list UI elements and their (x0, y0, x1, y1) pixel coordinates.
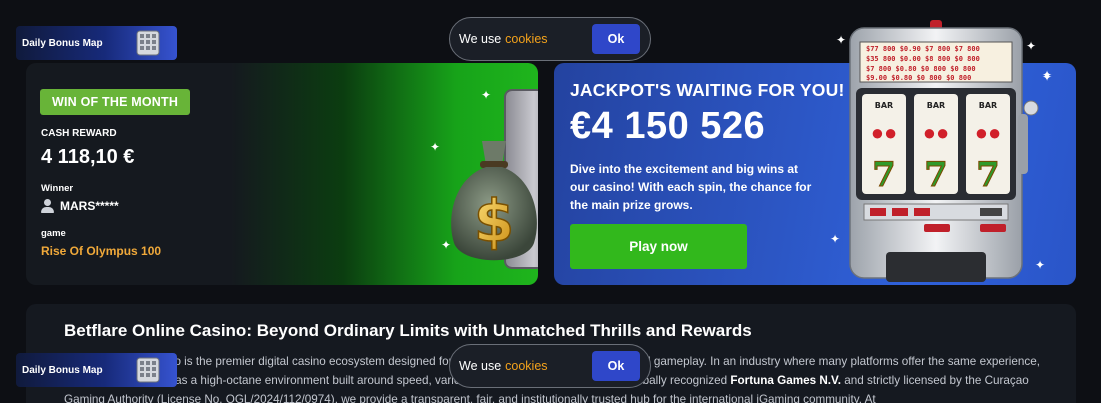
cash-reward-label: CASH REWARD (41, 128, 117, 139)
cookies-link[interactable]: cookies (505, 32, 547, 46)
svg-text:$77 800 $0.90 $7 800 $7 800: $77 800 $0.90 $7 800 $7 800 (866, 45, 980, 53)
slot-machine-illustration: $77 800 $0.90 $7 800 $7 800 $35 800 $0.0… (849, 20, 1039, 282)
reel-bar-label: BAR (875, 101, 893, 110)
daily-bonus-map-label: Daily Bonus Map (22, 364, 103, 376)
sparkle-icon: ✦ (836, 33, 847, 47)
money-bag-icon: $ (451, 141, 537, 261)
svg-text:$9.00 $0.80 $0 800 $0 800: $9.00 $0.80 $0 800 $0 800 (866, 74, 971, 82)
cookie-ok-button[interactable]: Ok (592, 24, 640, 54)
cookie-text: We use cookies (450, 32, 548, 46)
jackpot-amount: €4 150 526 (570, 105, 766, 147)
reel-bar-label: BAR (979, 101, 997, 110)
cookie-banner: We use cookies Ok (449, 344, 651, 388)
daily-bonus-map-widget[interactable]: Daily Bonus Map (16, 353, 177, 387)
map-grid-icon (136, 30, 160, 56)
svg-text:$: $ (474, 187, 514, 255)
play-now-button[interactable]: Play now (570, 224, 747, 269)
seven-icon: 7 (924, 155, 948, 195)
seven-icon: 7 (976, 155, 1000, 195)
game-label: game (41, 228, 66, 239)
winner-row: MARS***** (41, 199, 119, 213)
svg-text:$7 800 $0.80 $0 800 $0 800: $7 800 $0.80 $0 800 $0 800 (866, 65, 976, 73)
sparkle-icon: ✦ (430, 140, 441, 154)
cookie-text: We use cookies (450, 359, 548, 373)
cookie-message: We use (459, 359, 502, 373)
article-title: Betflare Online Casino: Beyond Ordinary … (64, 321, 752, 340)
win-of-month-card: WIN OF THE MONTH CASH REWARD 4 118,10 € … (26, 63, 538, 285)
cookies-link[interactable]: cookies (505, 359, 547, 373)
cookie-message: We use (459, 32, 502, 46)
cookie-banner: We use cookies Ok (449, 17, 651, 61)
sparkle-icon: ✦ (481, 88, 492, 102)
jackpot-title: JACKPOT'S WAITING FOR YOU! (570, 80, 845, 100)
jackpot-description: Dive into the excitement and big wins at… (570, 162, 812, 212)
cherry-icon: ●● (871, 120, 898, 145)
user-icon (41, 199, 54, 213)
winner-name: MARS***** (60, 199, 119, 213)
seven-icon: 7 (872, 155, 896, 195)
cookie-ok-button[interactable]: Ok (592, 351, 640, 381)
sparkle-icon: ✦ (1042, 70, 1053, 84)
company-name: Fortuna Games N.V. (730, 374, 842, 387)
game-name-link[interactable]: Rise Of Olympus 100 (41, 244, 161, 258)
sparkle-icon: ✦ (441, 238, 452, 252)
cherry-icon: ●● (975, 120, 1002, 145)
cash-reward-value: 4 118,10 € (41, 146, 135, 168)
daily-bonus-map-label: Daily Bonus Map (22, 37, 103, 49)
daily-bonus-map-widget[interactable]: Daily Bonus Map (16, 26, 177, 60)
reel-bar-label: BAR (927, 101, 945, 110)
svg-text:$35 800 $0.00 $8 800 $0 800: $35 800 $0.00 $8 800 $0 800 (866, 55, 980, 63)
sparkle-icon: ✦ (1026, 39, 1037, 53)
win-of-month-badge: WIN OF THE MONTH (40, 89, 191, 115)
article-text: and strictly (844, 374, 901, 387)
winner-label: Winner (41, 183, 74, 194)
map-grid-icon (136, 357, 160, 383)
cherry-icon: ●● (923, 120, 950, 145)
